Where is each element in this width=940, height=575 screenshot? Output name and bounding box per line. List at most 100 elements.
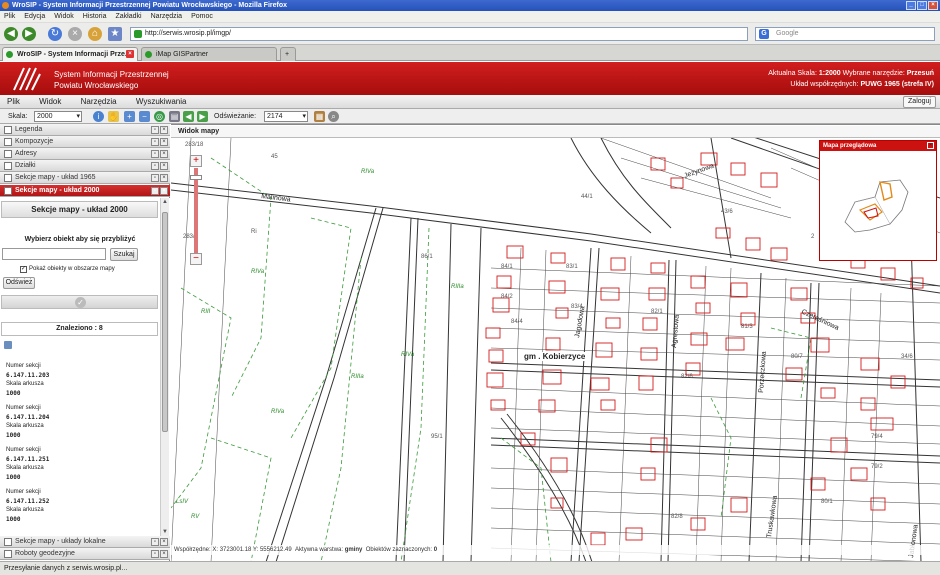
full-extent-icon[interactable]: ◎	[154, 111, 165, 122]
overview-close-icon[interactable]: ×	[927, 142, 934, 149]
zoom-out-icon[interactable]: −	[139, 111, 150, 122]
app-menu-widok[interactable]: Widok	[39, 97, 61, 106]
menu-edycja[interactable]: Edycja	[24, 11, 45, 22]
maximize-icon[interactable]: □	[917, 1, 927, 10]
section-sekcje-2000[interactable]: Sekcje mapy - układ 2000 ▫ ×	[0, 185, 170, 197]
reload-icon[interactable]: ↻	[48, 27, 62, 41]
bookmark-icon[interactable]: ★	[108, 27, 122, 41]
layers-icon[interactable]: ▦	[314, 111, 325, 122]
zoom-out-button[interactable]: −	[190, 253, 202, 265]
app-menu-plik[interactable]: Plik	[7, 97, 20, 106]
map-title: Widok mapy	[171, 126, 940, 138]
google-icon: G	[759, 29, 769, 39]
next-view-icon[interactable]: ▶	[197, 111, 208, 122]
result-item[interactable]: Numer sekcji 6.147.11.251 Skala arkusza …	[6, 446, 49, 482]
close-panel-icon[interactable]: ×	[160, 150, 168, 158]
section-roboty[interactable]: Roboty geodezyjne ▫ ×	[0, 548, 170, 560]
close-panel-icon[interactable]: ×	[160, 187, 168, 195]
search-button[interactable]: Szukaj	[110, 248, 138, 261]
minimize-panel-icon[interactable]: ▫	[151, 126, 159, 134]
minimize-panel-icon[interactable]: ▫	[151, 174, 159, 182]
parcel-icon	[4, 162, 12, 170]
minimize-panel-icon[interactable]: ▫	[151, 150, 159, 158]
close-panel-icon[interactable]: ×	[160, 162, 168, 170]
menu-widok[interactable]: Widok	[54, 11, 73, 22]
menu-narzedzia[interactable]: Narzędzia	[151, 11, 183, 22]
forward-icon[interactable]: ▶	[22, 27, 36, 41]
scroll-down-icon[interactable]: ▼	[161, 528, 169, 536]
show-in-area-checkbox[interactable]: ✓	[20, 266, 27, 273]
stop-icon[interactable]: ×	[68, 27, 82, 41]
previous-view-icon[interactable]: ◀	[183, 111, 194, 122]
menu-historia[interactable]: Historia	[83, 11, 107, 22]
app-menu-narzedzia[interactable]: Narzędzia	[81, 97, 117, 106]
minimize-icon[interactable]: _	[906, 1, 916, 10]
close-panel-icon[interactable]: ×	[160, 126, 168, 134]
close-icon[interactable]: ×	[928, 1, 938, 10]
show-in-area-option[interactable]: ✓ Pokaż obiekty w obszarze mapy	[20, 266, 115, 273]
crs-info: Układ współrzędnych: PUWG 1965 (strefa I…	[790, 81, 934, 88]
search-field[interactable]	[2, 248, 106, 260]
zoom-handle[interactable]	[190, 175, 202, 180]
minimize-panel-icon[interactable]: ▫	[151, 187, 159, 195]
scale-label: Skala:	[8, 113, 28, 120]
back-icon[interactable]: ◀	[4, 27, 18, 41]
result-item[interactable]: Numer sekcji 6.147.11.252 Skala arkusza …	[6, 488, 49, 524]
result-item[interactable]: Numer sekcji 6.147.11.204 Skala arkusza …	[6, 404, 49, 440]
scroll-thumb[interactable]	[162, 212, 168, 432]
zoom-slider[interactable]: + −	[190, 155, 202, 267]
section-dzialki[interactable]: Działki ▫ ×	[0, 160, 170, 172]
url-input[interactable]: http://serwis.wrosip.pl/imgp/	[130, 27, 748, 41]
panel-scrollbar[interactable]: ▲ ▼	[160, 198, 169, 536]
zoom-track[interactable]	[194, 168, 198, 253]
svg-text:81/3: 81/3	[741, 324, 753, 330]
scale-select[interactable]: 2000	[34, 111, 82, 122]
login-button[interactable]: Zaloguj	[903, 96, 936, 108]
refresh-select[interactable]: 2174	[264, 111, 308, 122]
minimize-panel-icon[interactable]: ▫	[151, 538, 159, 546]
svg-text:RIVa: RIVa	[401, 352, 415, 358]
menu-plik[interactable]: Plik	[4, 11, 15, 22]
export-icon[interactable]	[4, 341, 12, 349]
section-sekcje-lokalne[interactable]: Sekcje mapy - układy lokalne ▫ ×	[0, 536, 170, 548]
close-tab-icon[interactable]: ×	[126, 50, 134, 58]
minimize-panel-icon[interactable]: ▫	[151, 162, 159, 170]
tab-label: WroSIP - System Informacji Prze...	[17, 51, 131, 58]
sekcje-panel: Sekcje mapy - układ 2000 Wybierz obiekt …	[0, 198, 170, 538]
info-icon[interactable]: i	[93, 111, 104, 122]
zoom-in-icon[interactable]: +	[124, 111, 135, 122]
minimize-panel-icon[interactable]: ▫	[151, 138, 159, 146]
close-panel-icon[interactable]: ×	[160, 138, 168, 146]
svg-text:45: 45	[271, 154, 278, 160]
scroll-up-icon[interactable]: ▲	[161, 198, 169, 206]
section-kompozycje[interactable]: Kompozycje ▫ ×	[0, 136, 170, 148]
search-map-icon[interactable]: ⌕	[328, 111, 339, 122]
section-legenda[interactable]: Legenda ▫ ×	[0, 124, 170, 136]
gmina-label: gm . Kobierzyce	[523, 352, 587, 361]
menu-pomoc[interactable]: Pomoc	[191, 11, 213, 22]
refresh-button[interactable]: Odśwież	[3, 277, 35, 289]
menu-zakladki[interactable]: Zakładki	[115, 11, 141, 22]
tab-wrosip[interactable]: WroSIP - System Informacji Prze... ×	[2, 47, 138, 61]
confirm-icon[interactable]: ✓	[75, 297, 86, 308]
section-sekcje-1965[interactable]: Sekcje mapy - układ 1965 ▫ ×	[0, 172, 170, 184]
close-panel-icon[interactable]: ×	[160, 174, 168, 182]
overview-map[interactable]: Mapa przeglądowa ×	[819, 140, 937, 261]
section-adresy[interactable]: Adresy ▫ ×	[0, 148, 170, 160]
close-panel-icon[interactable]: ×	[160, 550, 168, 558]
pan-hand-icon[interactable]: ✋	[108, 111, 119, 122]
minimize-panel-icon[interactable]: ▫	[151, 550, 159, 558]
search-input[interactable]: G Google	[755, 27, 935, 41]
home-icon[interactable]: ⌂	[88, 27, 102, 41]
tab-imap[interactable]: iMap GISPartner	[141, 47, 277, 61]
map-view[interactable]: Widok mapy 283/18 45 283/ 84/1 84/2 84/4…	[171, 124, 940, 561]
close-panel-icon[interactable]: ×	[160, 538, 168, 546]
zoom-in-button[interactable]: +	[190, 155, 202, 167]
new-tab-button[interactable]: +	[280, 47, 296, 61]
app-menu-wyszukiwania[interactable]: Wyszukiwania	[136, 97, 187, 106]
show-in-area-label: Pokaż obiekty w obszarze mapy	[29, 266, 115, 272]
svg-text:82/6: 82/6	[681, 374, 693, 380]
overview-canvas[interactable]	[820, 152, 936, 260]
print-icon[interactable]: ▤	[169, 111, 180, 122]
result-item[interactable]: Numer sekcji 6.147.11.203 Skala arkusza …	[6, 362, 49, 398]
